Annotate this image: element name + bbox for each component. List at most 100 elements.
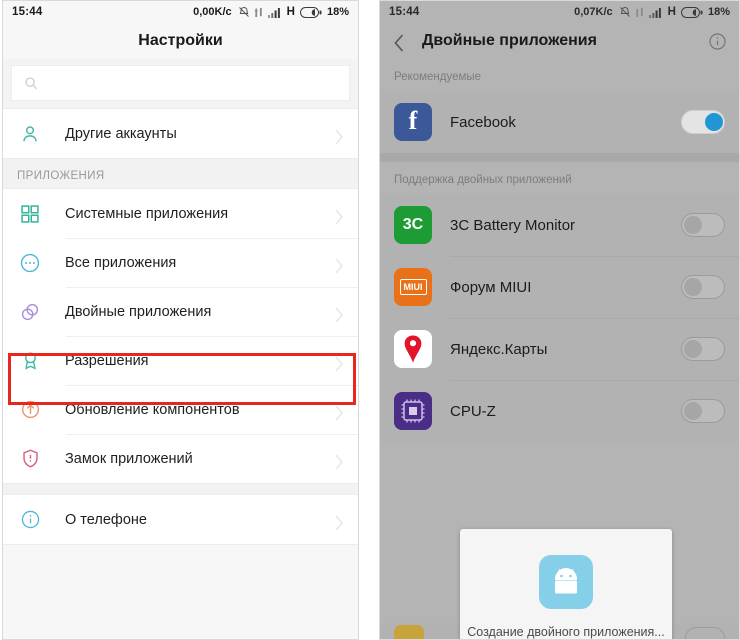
toggle-knob: [684, 278, 702, 296]
dual-apps-body: Рекомендуемые f Facebook Поддержка двойн…: [380, 59, 739, 639]
app-icon-glyph: 3C: [402, 216, 424, 233]
sidebar-item-system-apps[interactable]: Системные приложения: [3, 189, 358, 238]
sidebar-item-label: Все приложения: [65, 254, 177, 271]
sidebar-item-about-phone[interactable]: О телефоне: [3, 495, 358, 544]
group-separator: [3, 484, 358, 494]
bell-off-icon: [619, 6, 631, 18]
chevron-right-icon: [334, 128, 344, 145]
app-row-cpu-z[interactable]: CPU-Z: [380, 380, 739, 442]
app-icon: [394, 625, 424, 639]
sidebar-item-app-lock[interactable]: Замок приложений: [3, 434, 358, 483]
status-battery-percent: 18%: [326, 6, 349, 18]
battery-icon: [299, 6, 322, 18]
chevron-right-icon: [334, 404, 344, 421]
grid-apps-icon: [17, 201, 43, 227]
chevron-right-icon: [334, 208, 344, 225]
data-transfer-icon: [254, 7, 264, 18]
sidebar-item-dual-apps[interactable]: Двойные приложения: [3, 287, 358, 336]
right-status-bar: 15:44 0,07K/c H 18%: [380, 1, 739, 23]
sidebar-item-label: О телефоне: [65, 511, 147, 528]
search-input[interactable]: [11, 65, 350, 101]
right-phone-dual-apps-screen: 15:44 0,07K/c H 18% Двойные приложения Р…: [379, 0, 740, 640]
bell-off-icon: [238, 6, 250, 18]
app-name: Facebook: [450, 113, 516, 131]
apps-group: Системные приложения Все приложения Двой…: [3, 188, 358, 484]
yandex-maps-icon: [394, 330, 432, 368]
app-row-3c-battery-monitor[interactable]: 3C 3C Battery Monitor: [380, 194, 739, 256]
dialog-status-text: Создание двойного приложения...: [467, 624, 665, 639]
dual-app-toggle[interactable]: [681, 110, 725, 134]
chevron-right-icon: [334, 355, 344, 372]
app-row-miui-forum[interactable]: MIUI Форум MIUI: [380, 256, 739, 318]
recommended-apps-list: f Facebook: [380, 91, 739, 153]
app-name: 3C Battery Monitor: [450, 216, 576, 234]
page-title: Двойные приложения: [422, 32, 597, 49]
dual-app-toggle[interactable]: [681, 213, 725, 237]
chevron-right-icon: [334, 514, 344, 531]
status-data-rate: 0,00K/c: [193, 6, 232, 18]
search-icon: [24, 76, 38, 90]
dual-apps-header: Двойные приложения: [380, 23, 739, 59]
dual-app-toggle[interactable]: [681, 399, 725, 423]
about-group: О телефоне: [3, 494, 358, 545]
miui-forum-icon: MIUI: [394, 268, 432, 306]
dual-app-toggle[interactable]: [681, 337, 725, 361]
dual-apps-icon: [17, 299, 43, 325]
app-row-yandex-maps[interactable]: Яндекс.Карты: [380, 318, 739, 380]
status-network-type: H: [667, 6, 676, 18]
status-battery-percent: 18%: [707, 6, 730, 18]
chevron-left-icon[interactable]: [392, 33, 408, 52]
facebook-icon: f: [394, 103, 432, 141]
android-robot-icon: [539, 554, 593, 609]
sidebar-item-label: Разрешения: [65, 352, 149, 369]
signal-bars-icon: [267, 7, 282, 18]
sidebar-item-label: Двойные приложения: [65, 303, 212, 320]
signal-bars-icon: [648, 7, 663, 18]
section-divider: [380, 153, 739, 162]
sidebar-item-label: Обновление компонентов: [65, 401, 240, 418]
dots-circle-icon: [17, 250, 43, 276]
app-name: CPU-Z: [450, 402, 496, 420]
left-phone-settings-screen: 15:44 0,00K/c H 18% Настройки Другие акк…: [2, 0, 359, 640]
data-transfer-icon: [635, 7, 645, 18]
info-circle-icon[interactable]: [708, 32, 727, 51]
dual-app-toggle[interactable]: [681, 275, 725, 299]
creating-dual-app-dialog: Создание двойного приложения...: [460, 529, 672, 639]
update-arrow-icon: [17, 397, 43, 423]
app-name: Форум MIUI: [450, 278, 532, 296]
section-label-supported: Поддержка двойных приложений: [394, 174, 572, 186]
sidebar-item-label: Замок приложений: [65, 450, 193, 467]
settings-title-bar: Настройки: [3, 23, 358, 59]
chevron-right-icon: [334, 453, 344, 470]
info-circle-icon: [17, 507, 43, 533]
cpu-z-icon: [394, 392, 432, 430]
facebook-glyph: f: [408, 106, 418, 135]
sidebar-item-all-apps[interactable]: Все приложения: [3, 238, 358, 287]
sidebar-item-other-accounts[interactable]: Другие аккаунты: [3, 109, 358, 158]
page-title: Настройки: [138, 32, 223, 49]
left-status-bar: 15:44 0,00K/c H 18%: [3, 1, 358, 23]
toggle-knob: [705, 113, 723, 131]
sidebar-item-component-update[interactable]: Обновление компонентов: [3, 385, 358, 434]
status-time: 15:44: [12, 6, 43, 18]
3c-battery-monitor-icon: 3C: [394, 206, 432, 244]
apps-section-label: ПРИЛОЖЕНИЯ: [3, 159, 358, 188]
app-name: Яндекс.Карты: [450, 340, 548, 358]
battery-icon: [680, 6, 703, 18]
sidebar-item-permissions[interactable]: Разрешения: [3, 336, 358, 385]
status-time: 15:44: [389, 6, 420, 18]
status-network-type: H: [286, 6, 295, 18]
person-icon: [17, 121, 43, 147]
screenshot-stage: 15:44 0,00K/c H 18% Настройки Другие акк…: [0, 0, 740, 640]
section-label-recommended: Рекомендуемые: [394, 71, 482, 83]
sidebar-item-label: Другие аккаунты: [65, 125, 177, 142]
supported-apps-list: 3C 3C Battery Monitor MIUI Форум MIUI Ян…: [380, 194, 739, 442]
app-row-facebook[interactable]: f Facebook: [380, 91, 739, 153]
dual-app-toggle[interactable]: [685, 627, 725, 639]
toggle-knob: [684, 402, 702, 420]
toggle-knob: [684, 216, 702, 234]
app-icon-glyph: MIUI: [399, 279, 427, 295]
app-lock-shield-icon: [17, 446, 43, 472]
status-data-rate: 0,07K/c: [574, 6, 613, 18]
chevron-right-icon: [334, 257, 344, 274]
